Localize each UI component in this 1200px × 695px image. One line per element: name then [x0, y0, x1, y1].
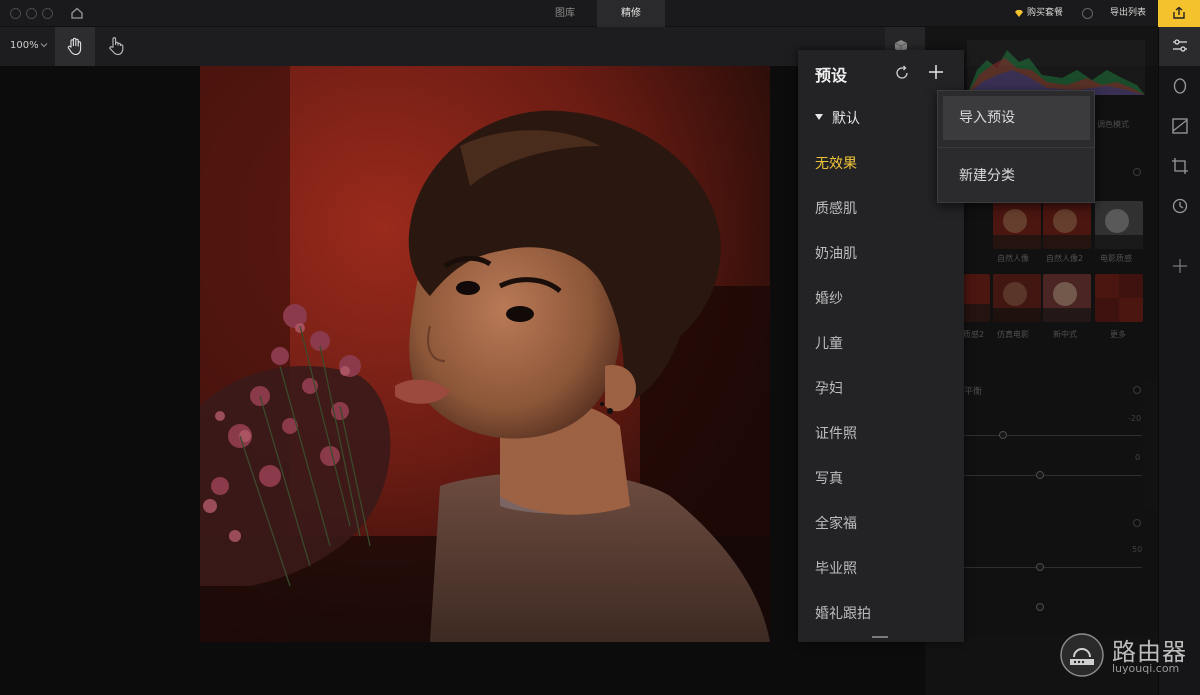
preset-thumb[interactable]	[993, 274, 1041, 322]
preset-panel-title: 预设	[815, 66, 848, 85]
diamond-icon	[1015, 10, 1023, 17]
slider-track[interactable]	[964, 435, 1142, 436]
export-list-link[interactable]: 导出列表	[1110, 0, 1146, 27]
preset-item[interactable]: 婚礼跟拍	[815, 603, 871, 623]
preset-item[interactable]: 全家福	[815, 513, 857, 533]
add-menu-dropdown: 导入预设 新建分类	[937, 90, 1095, 203]
add-preset-icon[interactable]	[928, 64, 944, 80]
scroll-indicator[interactable]	[872, 636, 888, 638]
preset-item[interactable]: 质感肌	[815, 198, 857, 218]
slider-track[interactable]	[964, 475, 1142, 476]
section-label: 平衡	[964, 387, 983, 397]
portrait-photo	[200, 66, 770, 642]
reset-icon[interactable]	[1133, 168, 1141, 176]
history-icon[interactable]	[1171, 197, 1189, 215]
preset-item[interactable]: 儿童	[815, 333, 843, 353]
export-button[interactable]	[1158, 0, 1200, 27]
sliders-icon[interactable]	[1171, 37, 1189, 55]
preset-thumb[interactable]	[1043, 274, 1091, 322]
add-icon[interactable]	[1171, 257, 1189, 275]
hand-tool-button[interactable]	[55, 27, 95, 66]
face-icon[interactable]	[1171, 77, 1189, 95]
caret-down-icon	[815, 114, 823, 120]
preset-thumb-label: 新中式	[1053, 330, 1077, 339]
app-window: 图库 精修 购买套餐 导出列表 100% 调色模式 自然人像 自然人像2 电影质…	[0, 0, 1200, 695]
tab-retouch[interactable]: 精修	[597, 0, 665, 27]
watermark-url: luyouqi.com	[1112, 662, 1180, 675]
home-icon[interactable]	[70, 6, 84, 20]
slider-value: -20	[1128, 414, 1142, 423]
histogram	[967, 40, 1145, 95]
preset-item[interactable]: 无效果	[815, 153, 857, 173]
preset-thumb[interactable]	[1095, 274, 1143, 322]
maximize-window-button[interactable]	[42, 8, 53, 19]
watermark-logo	[1060, 633, 1104, 677]
tab-library[interactable]: 图库	[533, 0, 597, 27]
new-category-item[interactable]: 新建分类	[943, 154, 1090, 198]
crop-icon[interactable]	[1171, 157, 1189, 175]
reset-icon[interactable]	[1133, 386, 1141, 394]
hand-icon	[67, 37, 82, 56]
slider-value: 50	[1132, 545, 1143, 554]
preset-thumb-label: 质感2	[963, 330, 985, 339]
preset-thumb-label: 电影质感	[1100, 254, 1132, 263]
preset-thumb[interactable]	[964, 274, 990, 322]
menu-divider	[938, 147, 1094, 148]
touch-tool-button[interactable]	[100, 27, 132, 66]
preset-item[interactable]: 证件照	[815, 423, 857, 443]
slider-knob[interactable]	[999, 431, 1007, 439]
preset-item[interactable]: 孕妇	[815, 378, 843, 398]
zoom-level[interactable]: 100%	[10, 40, 39, 51]
preset-thumb[interactable]	[993, 201, 1041, 249]
close-window-button[interactable]	[10, 8, 21, 19]
chevron-down-icon[interactable]	[40, 41, 48, 49]
preset-thumb-label: 仿真电影	[997, 330, 1029, 339]
category-label: 默认	[832, 111, 860, 127]
reset-icon[interactable]	[1133, 519, 1141, 527]
preset-item[interactable]: 婚纱	[815, 288, 843, 308]
share-icon	[1173, 6, 1185, 19]
slider-track[interactable]	[964, 567, 1142, 568]
title-bar: 图库 精修 购买套餐 导出列表	[0, 0, 1200, 27]
preset-thumb-label: 自然人像	[997, 254, 1029, 263]
import-preset-item[interactable]: 导入预设	[943, 96, 1090, 140]
refresh-icon[interactable]	[894, 65, 910, 81]
slider-value: 0	[1135, 453, 1141, 462]
photo-canvas[interactable]	[200, 66, 770, 642]
slider-knob[interactable]	[1036, 603, 1044, 611]
image-adjust-icon[interactable]	[1171, 117, 1189, 135]
right-toolbar	[1158, 27, 1200, 695]
preset-thumb[interactable]	[1095, 201, 1143, 249]
slider-knob[interactable]	[1036, 471, 1044, 479]
buy-plan-link[interactable]: 购买套餐	[1027, 0, 1063, 27]
pointer-hand-icon	[109, 37, 124, 56]
preset-item[interactable]: 毕业照	[815, 558, 857, 578]
preset-item[interactable]: 奶油肌	[815, 243, 857, 263]
color-mode-label[interactable]: 调色模式	[1097, 119, 1129, 130]
user-avatar-icon[interactable]	[1082, 8, 1093, 19]
slider-knob[interactable]	[1036, 563, 1044, 571]
minimize-window-button[interactable]	[26, 8, 37, 19]
preset-item[interactable]: 写真	[815, 468, 843, 488]
preset-thumb-label: 更多	[1110, 330, 1126, 339]
preset-thumb-label: 自然人像2	[1046, 254, 1084, 263]
preset-thumb[interactable]	[1043, 201, 1091, 249]
